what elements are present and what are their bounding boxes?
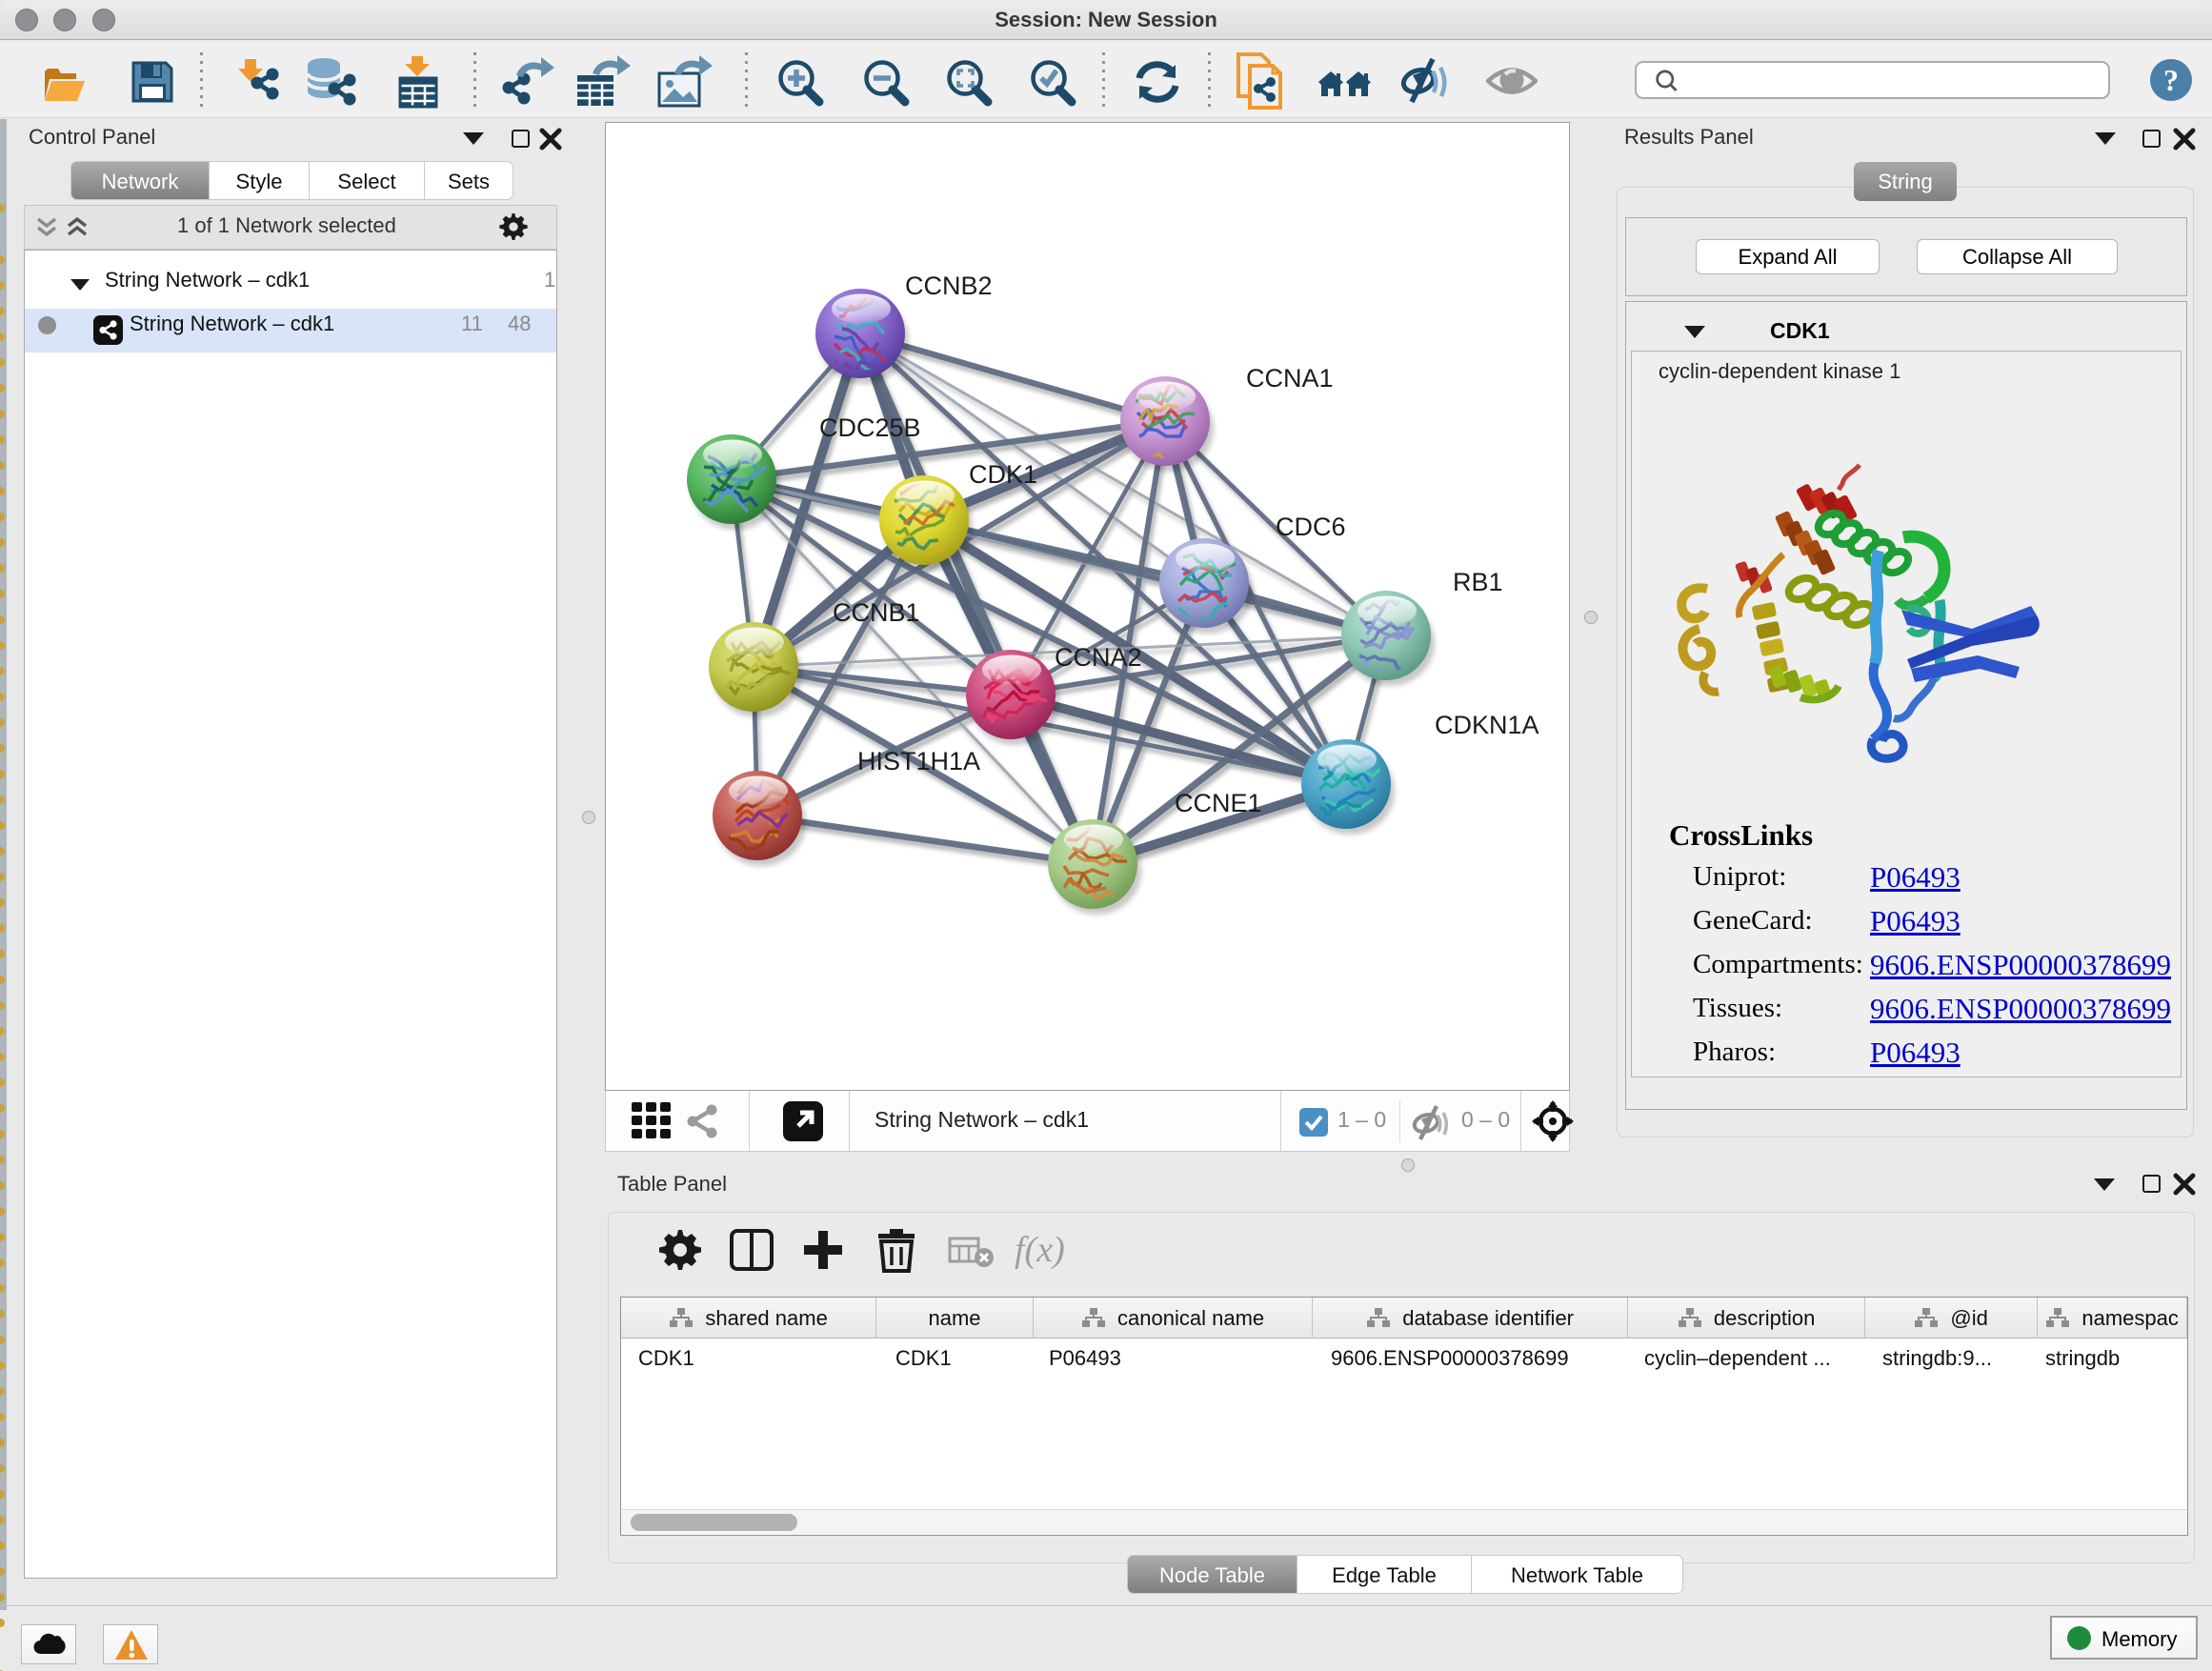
svg-text:HIST1H1A: HIST1H1A: [857, 747, 980, 775]
svg-text:CDK1: CDK1: [969, 460, 1037, 489]
svg-text:CCNE1: CCNE1: [1175, 789, 1262, 817]
svg-text:?: ?: [2163, 63, 2179, 97]
svg-text:CCNA1: CCNA1: [1246, 364, 1334, 393]
svg-text:CDC25B: CDC25B: [819, 413, 921, 442]
svg-text:CCNA2: CCNA2: [1055, 643, 1142, 672]
svg-text:RB1: RB1: [1453, 568, 1503, 596]
svg-text:CDKN1A: CDKN1A: [1435, 711, 1539, 739]
svg-text:CCNB1: CCNB1: [833, 598, 920, 627]
svg-text:CDC6: CDC6: [1276, 513, 1346, 541]
svg-text:CCNB2: CCNB2: [905, 272, 993, 300]
